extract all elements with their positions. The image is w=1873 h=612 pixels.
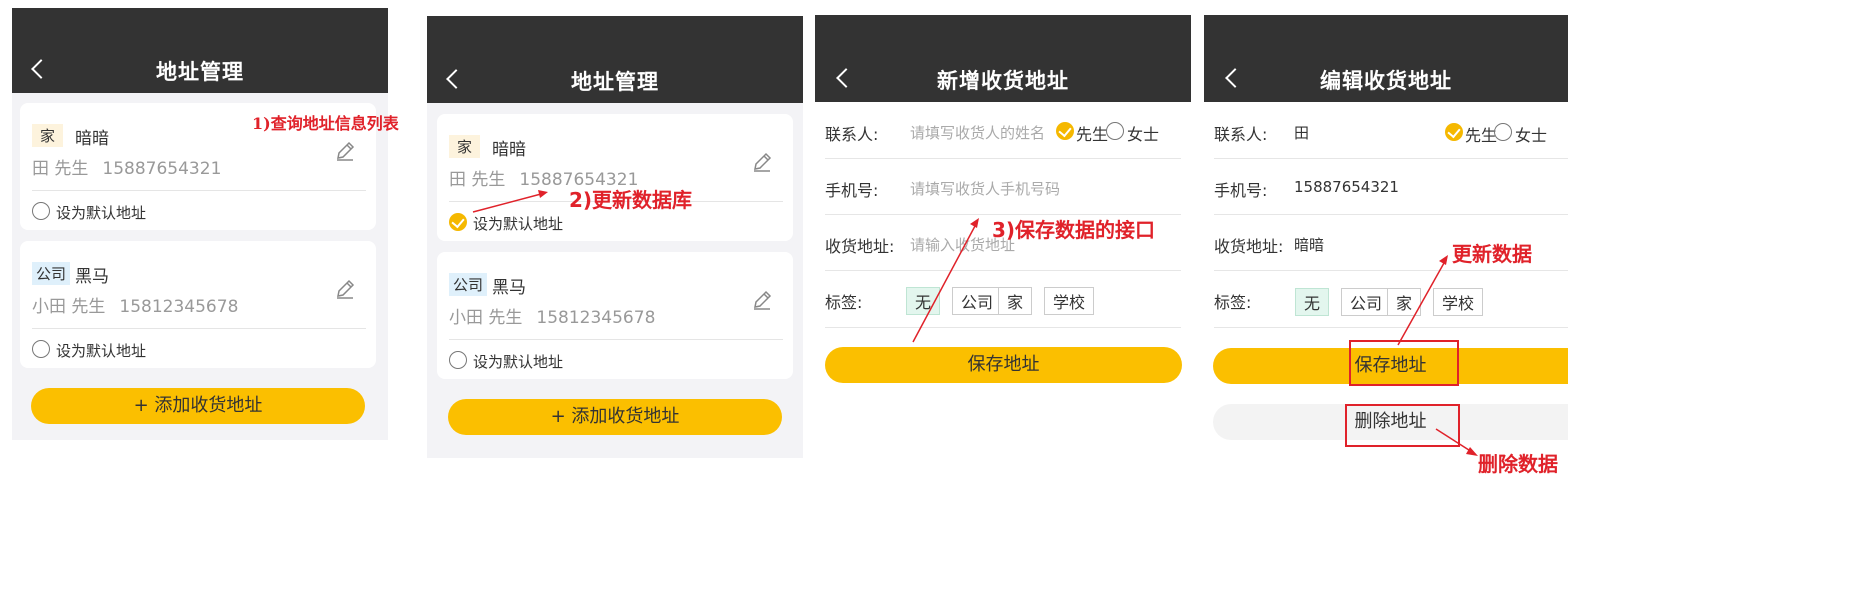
arrowhead-icon	[970, 218, 979, 228]
arrowhead-icon	[538, 190, 548, 198]
arrow-save-api	[912, 225, 976, 343]
arrow-update-db	[472, 193, 542, 213]
annotation-arrows	[472, 190, 1478, 456]
arrow-update-data	[1397, 262, 1445, 346]
arrow-delete-data	[1435, 428, 1473, 453]
arrowhead-icon	[1466, 447, 1478, 456]
arrowhead-icon	[1439, 255, 1448, 265]
